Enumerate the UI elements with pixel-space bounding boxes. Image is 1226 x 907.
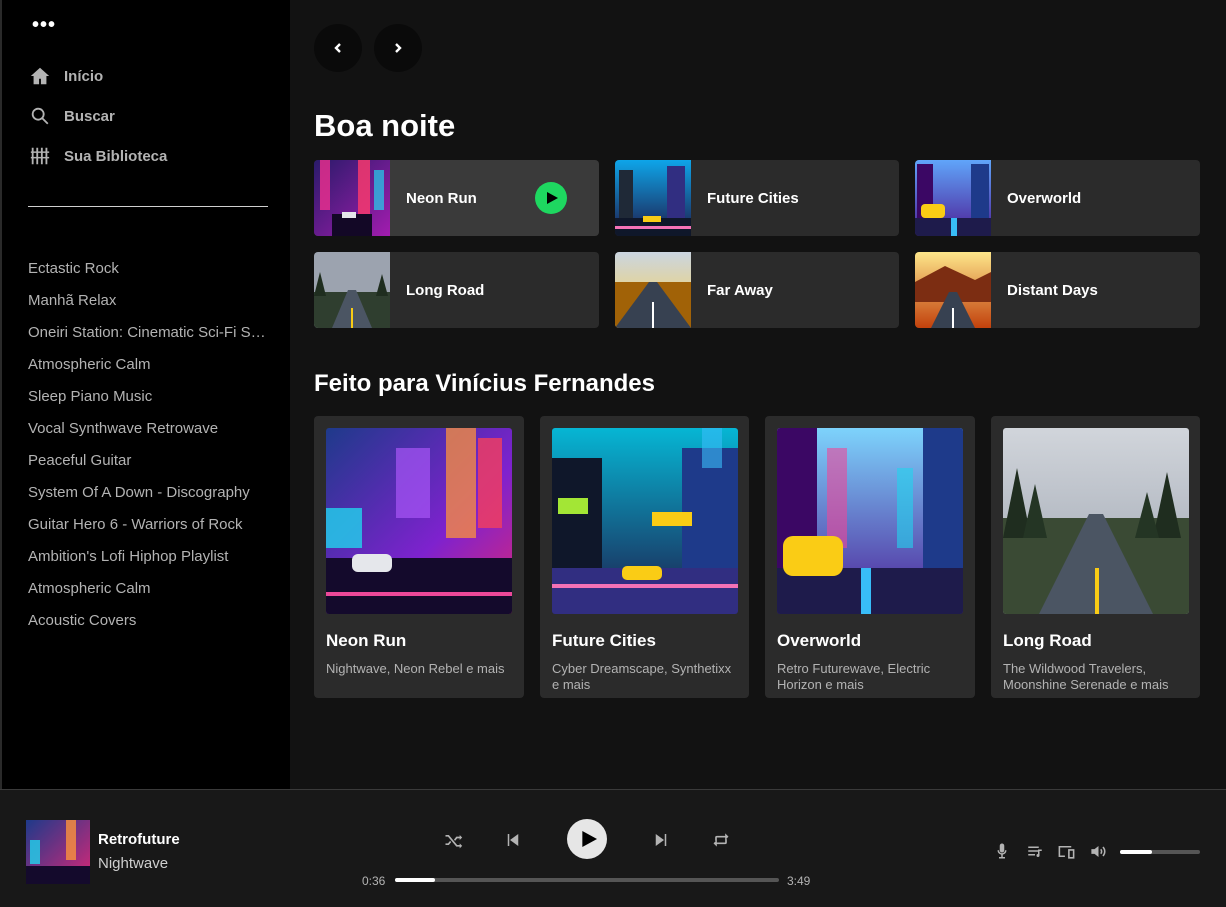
nav-item-library[interactable]: Sua Biblioteca bbox=[28, 136, 278, 176]
back-button[interactable] bbox=[314, 24, 362, 72]
quick-card-title: Future Cities bbox=[707, 189, 799, 207]
playlist-item[interactable]: System Of A Down - Discography bbox=[28, 481, 273, 513]
quick-card[interactable]: Far Away bbox=[615, 252, 899, 328]
greeting-heading: Boa noite bbox=[314, 108, 456, 143]
album-art bbox=[326, 428, 512, 614]
quick-card-title: Distant Days bbox=[1007, 281, 1098, 299]
library-icon bbox=[28, 144, 52, 168]
album-art bbox=[915, 160, 991, 236]
playlist-item[interactable]: Sleep Piano Music bbox=[28, 385, 273, 417]
playlist-list: Ectastic Rock Manhã Relax Oneiri Station… bbox=[28, 257, 273, 641]
sidebar: ••• Início Buscar Sua Biblioteca Ectasti… bbox=[0, 0, 290, 789]
queue-button[interactable] bbox=[1024, 840, 1046, 862]
playlist-item[interactable]: Atmospheric Calm bbox=[28, 577, 273, 609]
play-pause-button[interactable] bbox=[567, 819, 607, 859]
album-art bbox=[314, 252, 390, 328]
nav-item-home[interactable]: Início bbox=[28, 56, 278, 96]
elapsed-time: 0:36 bbox=[362, 874, 386, 888]
nav-item-label: Início bbox=[64, 67, 104, 85]
playlist-item[interactable]: Vocal Synthwave Retrowave bbox=[28, 417, 273, 449]
volume-icon bbox=[1090, 845, 1106, 857]
lyrics-button[interactable] bbox=[992, 840, 1012, 862]
nav-item-search[interactable]: Buscar bbox=[28, 96, 278, 136]
progress-fill bbox=[395, 878, 435, 882]
shuffle-icon bbox=[445, 835, 463, 849]
sidebar-nav: Início Buscar Sua Biblioteca bbox=[28, 56, 278, 176]
playlist-item[interactable]: Ectastic Rock bbox=[28, 257, 273, 289]
main-content: Boa noite Neon Run Future Cities Overwor… bbox=[290, 0, 1226, 789]
playlist-card[interactable]: Neon Run Nightwave, Neon Rebel e mais bbox=[314, 416, 524, 698]
repeat-button[interactable] bbox=[710, 829, 732, 851]
playlist-item[interactable]: Guitar Hero 6 - Warriors of Rock bbox=[28, 513, 273, 545]
album-art bbox=[777, 428, 963, 614]
quick-card-title: Far Away bbox=[707, 281, 773, 299]
play-button[interactable] bbox=[535, 182, 567, 214]
skip-back-icon bbox=[507, 834, 519, 846]
album-art bbox=[1003, 428, 1189, 614]
volume-slider[interactable] bbox=[1120, 850, 1200, 854]
quick-card-title: Long Road bbox=[406, 281, 485, 299]
nav-item-label: Buscar bbox=[64, 107, 115, 125]
card-subtitle: Cyber Dreamscape, Synthetixx e mais bbox=[552, 661, 732, 692]
playlist-card[interactable]: Long Road The Wildwood Travelers, Moonsh… bbox=[991, 416, 1200, 698]
chevron-left-icon bbox=[334, 43, 341, 53]
card-title: Long Road bbox=[1003, 631, 1092, 650]
now-playing-art bbox=[26, 820, 90, 884]
album-art bbox=[615, 160, 691, 236]
quick-card[interactable]: Overworld bbox=[915, 160, 1200, 236]
quick-card-title: Neon Run bbox=[406, 189, 477, 207]
quick-card[interactable]: Neon Run bbox=[314, 160, 599, 236]
progress-bar[interactable] bbox=[395, 878, 779, 882]
quick-card[interactable]: Future Cities bbox=[615, 160, 899, 236]
sidebar-divider bbox=[28, 206, 268, 207]
playlist-card[interactable]: Overworld Retro Futurewave, Electric Hor… bbox=[765, 416, 975, 698]
home-icon bbox=[28, 64, 52, 88]
microphone-icon bbox=[997, 843, 1007, 859]
made-for-grid: Neon Run Nightwave, Neon Rebel e mais Fu… bbox=[314, 416, 1200, 698]
previous-button[interactable] bbox=[502, 829, 524, 851]
quick-card[interactable]: Distant Days bbox=[915, 252, 1200, 328]
quick-card[interactable]: Long Road bbox=[314, 252, 599, 328]
playlist-item[interactable]: Peaceful Guitar bbox=[28, 449, 273, 481]
album-art bbox=[314, 160, 390, 236]
repeat-icon bbox=[713, 833, 729, 847]
chevron-right-icon bbox=[395, 43, 402, 53]
shuffle-button[interactable] bbox=[442, 829, 464, 851]
playlist-item[interactable]: Oneiri Station: Cinematic Sci-Fi Soundsc… bbox=[28, 321, 273, 353]
playlist-item[interactable]: Ambition's Lofi Hiphop Playlist bbox=[28, 545, 273, 577]
card-title: Overworld bbox=[777, 631, 862, 650]
playlist-card[interactable]: Future Cities Cyber Dreamscape, Syntheti… bbox=[540, 416, 749, 698]
search-icon bbox=[28, 104, 52, 128]
next-button[interactable] bbox=[650, 829, 672, 851]
quick-card-title: Overworld bbox=[1007, 189, 1082, 207]
card-title: Future Cities bbox=[552, 631, 656, 650]
devices-button[interactable] bbox=[1055, 840, 1077, 862]
album-art bbox=[615, 252, 691, 328]
more-dots-icon[interactable]: ••• bbox=[32, 15, 56, 35]
volume-fill bbox=[1120, 850, 1152, 854]
playlist-item[interactable]: Acoustic Covers bbox=[28, 609, 273, 641]
card-subtitle: The Wildwood Travelers, Moonshine Serena… bbox=[1003, 661, 1169, 692]
skip-forward-icon bbox=[655, 834, 667, 846]
album-art bbox=[552, 428, 738, 614]
card-subtitle: Retro Futurewave, Electric Horizon e mai… bbox=[777, 661, 931, 692]
play-icon bbox=[547, 192, 558, 204]
devices-icon bbox=[1058, 845, 1074, 859]
queue-icon bbox=[1028, 846, 1042, 857]
now-playing-artist[interactable]: Nightwave bbox=[98, 855, 168, 872]
nav-item-label: Sua Biblioteca bbox=[64, 147, 168, 165]
forward-button[interactable] bbox=[374, 24, 422, 72]
section-heading: Feito para Vinícius Fernandes bbox=[314, 370, 655, 397]
playlist-item[interactable]: Manhã Relax bbox=[28, 289, 273, 321]
player-bar: Retrofuture Nightwave 0:36 3:49 bbox=[0, 789, 1226, 907]
card-subtitle: Nightwave, Neon Rebel e mais bbox=[326, 661, 505, 676]
duration-time: 3:49 bbox=[787, 874, 811, 888]
now-playing-title[interactable]: Retrofuture bbox=[98, 831, 180, 848]
mute-button[interactable] bbox=[1087, 840, 1109, 862]
playlist-item[interactable]: Atmospheric Calm bbox=[28, 353, 273, 385]
album-art bbox=[915, 252, 991, 328]
quick-access-grid: Neon Run Future Cities Overworld Long Ro… bbox=[314, 160, 1200, 328]
card-title: Neon Run bbox=[326, 631, 407, 650]
play-icon bbox=[581, 831, 597, 847]
